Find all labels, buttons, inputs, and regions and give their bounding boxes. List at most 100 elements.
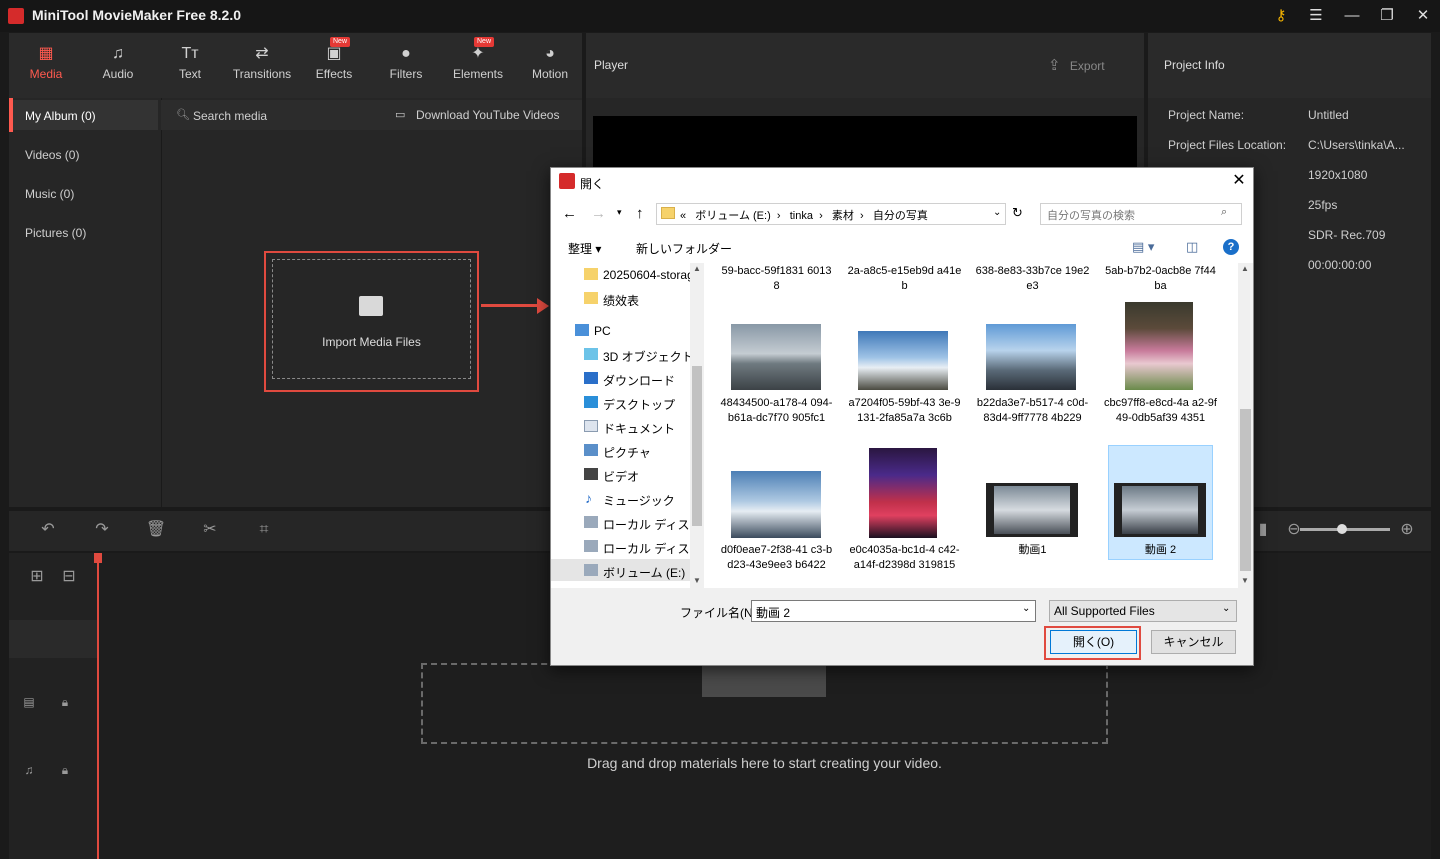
sidebar-item-pictures[interactable]: Pictures (0) [25,226,86,240]
download-youtube-button[interactable]: Download YouTube Videos [416,108,559,122]
scroll-down-icon[interactable]: ▼ [693,576,701,585]
key-icon[interactable]: ⚷ [1270,6,1292,26]
nav-item-pictures[interactable]: ピクチャ [603,444,691,461]
file-item-label-selected[interactable]: 動画 2 [1103,543,1218,558]
nav-item-drive-d[interactable]: ローカル ディスク (D [603,540,691,557]
remove-track-icon[interactable]: ⊟ [58,567,80,587]
address-dropdown-icon[interactable]: ⌄ [993,207,1001,218]
transitions-icon: ⇄ [255,45,269,62]
sidebar-item-my-album[interactable]: My Album (0) [25,109,96,123]
redo-icon[interactable]: ↷ [91,520,113,540]
pictures-icon [584,444,598,456]
file-item-label[interactable]: e0c4035a-bc1d-4 c42-a14f-d2398d 319815 [847,543,962,573]
nav-item-folder-2[interactable]: 绩效表 [603,292,691,309]
tab-motion[interactable]: ◕ Motion [521,33,579,98]
tab-audio[interactable]: ♫ Audio [89,33,147,98]
tab-media[interactable]: ▦ Media [17,33,75,98]
nav-item-videos[interactable]: ビデオ [603,468,691,485]
cancel-button[interactable]: キャンセル [1151,630,1236,654]
search-media-input[interactable]: Search media [193,109,267,123]
file-scrollbar-thumb[interactable] [1240,409,1251,571]
crop-icon[interactable]: ⌗ [253,520,275,540]
up-icon[interactable]: ↑ [636,205,644,222]
nav-item-drive-e[interactable]: ボリューム (E:) [603,564,691,581]
chevron-down-icon[interactable]: ⌄ [1222,603,1230,614]
scroll-up-icon[interactable]: ▲ [693,264,701,273]
image-thumbnail[interactable] [1125,302,1193,390]
image-thumbnail[interactable] [858,331,948,390]
lock-icon[interactable]: 🔒︎ [54,760,76,780]
export-button[interactable]: ⇪ Export [1048,56,1105,74]
file-item-label[interactable]: 5ab-b7b2-0acb8e 7f44ba [1103,264,1218,294]
tab-transitions[interactable]: ⇄ Transitions [229,33,295,98]
file-item-label[interactable]: cbc97ff8-e8cd-4a a2-9f49-0db5af39 4351 [1103,396,1218,426]
back-icon[interactable]: ← [562,205,577,222]
open-button[interactable]: 開く(O) [1050,630,1137,654]
tab-effects[interactable]: New ▣ Effects [305,33,363,98]
forward-icon[interactable]: → [591,205,606,222]
filename-input[interactable]: 動画 2 [751,600,1036,622]
nav-item-desktop[interactable]: デスクトップ [603,396,691,413]
nav-scrollbar-thumb[interactable] [692,366,702,526]
scroll-down-icon[interactable]: ▼ [1241,576,1249,585]
delete-icon[interactable]: 🗑︎ [145,520,167,540]
zoom-slider-handle[interactable] [1337,524,1347,534]
video-track-icon: ▤ [23,695,35,709]
undo-icon[interactable]: ↶ [37,520,59,540]
recent-chevron-icon[interactable]: ▾ [617,207,622,218]
file-item-label[interactable]: d0f0eae7-2f38-41 c3-bd23-43e9ee3 b6422 [719,543,834,573]
file-item-label[interactable]: 動画1 [975,543,1090,558]
audio-level-icon[interactable]: ▮ [1252,520,1274,540]
dialog-close-icon[interactable]: ✕ [1229,171,1249,191]
zoom-in-icon[interactable]: ⊕ [1396,520,1418,540]
image-thumbnail[interactable] [731,471,821,538]
filetype-select[interactable]: All Supported Files [1049,600,1237,622]
new-folder-button[interactable]: 新しいフォルダー [636,240,732,257]
nav-item-3d-objects[interactable]: 3D オブジェクト [603,348,691,365]
image-thumbnail[interactable] [731,324,821,390]
chevron-down-icon[interactable]: ⌄ [1022,603,1030,614]
refresh-icon[interactable]: ↻ [1012,205,1023,221]
file-item-label[interactable]: b22da3e7-b517-4 c0d-83d4-9ff7778 4b229 [975,396,1090,426]
download-icon: ▭ [395,109,406,121]
nav-item-documents[interactable]: ドキュメント [603,420,691,437]
close-icon[interactable]: ✕ [1412,6,1434,26]
menu-icon[interactable]: ☰ [1305,6,1327,26]
file-item-label[interactable]: 48434500-a178-4 094-b61a-dc7f70 905fc1 [719,396,834,426]
sidebar-item-music[interactable]: Music (0) [25,187,74,201]
maximize-icon[interactable]: ❐ [1376,6,1398,26]
video-thumbnail[interactable] [1114,483,1206,537]
tab-text[interactable]: Tт Text [161,33,219,98]
image-thumbnail[interactable] [986,324,1076,390]
help-icon[interactable]: ? [1223,239,1239,255]
file-item-label[interactable]: 2a-a8c5-e15eb9d a41eb [847,264,962,294]
nav-item-storage-folder[interactable]: 20250604-storag [603,268,691,282]
scroll-up-icon[interactable]: ▲ [1241,264,1249,273]
preview-pane-icon[interactable]: ◫ [1186,239,1198,255]
organize-button[interactable]: 整理 ▾ [568,240,601,257]
search-icon: 🔍︎ [176,109,190,121]
file-item-label[interactable]: a7204f05-59bf-43 3e-9131-2fa85a7a 3c6b [847,396,962,426]
nav-item-music[interactable]: ミュージック [603,492,691,509]
nav-item-pc[interactable]: PC [594,324,682,338]
minimize-icon[interactable]: — [1341,6,1363,26]
import-media-button[interactable] [272,259,471,379]
file-item-label[interactable]: 59-bacc-59f1831 60138 [719,264,834,294]
lock-icon[interactable]: 🔒︎ [54,692,76,712]
playhead[interactable] [97,553,99,859]
view-options-icon[interactable]: ▤ ▾ [1132,239,1154,255]
nav-item-downloads[interactable]: ダウンロード [603,372,691,389]
sidebar-item-videos[interactable]: Videos (0) [25,148,79,162]
video-thumbnail[interactable] [986,483,1078,537]
tab-filters[interactable]: ● Filters [377,33,435,98]
tab-elements[interactable]: New ✦ Elements [449,33,507,98]
nav-item-drive-c[interactable]: ローカル ディスク (C [603,516,691,533]
image-thumbnail[interactable] [869,448,937,538]
import-media-label: Import Media Files [322,335,421,349]
playhead-handle[interactable] [94,553,102,563]
add-track-icon[interactable]: ⊞ [26,567,48,587]
download-icon [584,372,598,384]
split-icon[interactable]: ✂ [199,520,221,540]
player-title: Player [594,58,629,72]
file-item-label[interactable]: 638-8e83-33b7ce 19e2e3 [975,264,1090,294]
